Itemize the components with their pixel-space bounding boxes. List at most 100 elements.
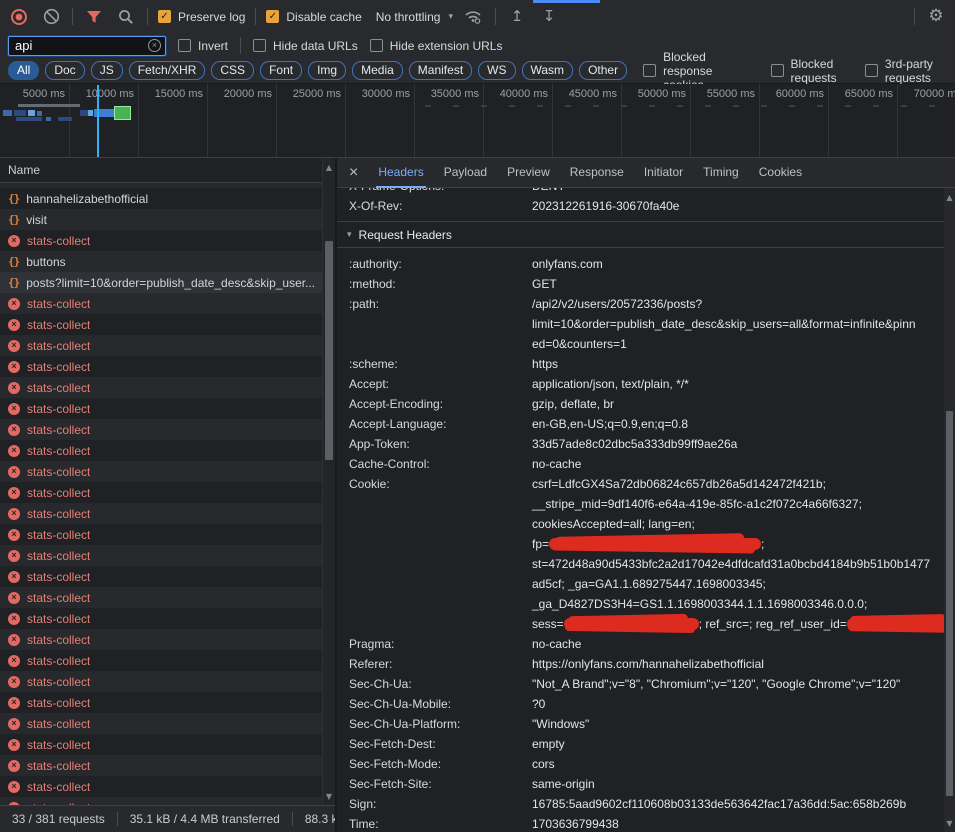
type-pill-font[interactable]: Font [260, 61, 302, 80]
request-row[interactable]: ×stats-collect [0, 797, 335, 805]
tab-response[interactable]: Response [560, 158, 634, 188]
preserve-log-checkbox[interactable]: ✓ Preserve log [158, 10, 245, 24]
request-row[interactable]: {}buttons [0, 251, 335, 272]
scrollbar-thumb[interactable] [325, 241, 333, 460]
error-icon: × [8, 403, 20, 415]
request-row[interactable]: ×stats-collect [0, 587, 335, 608]
toolbar-divider [72, 8, 73, 25]
record-button[interactable] [8, 6, 30, 28]
request-row[interactable]: ×stats-collect [0, 398, 335, 419]
close-icon[interactable]: × [337, 165, 368, 181]
request-name: stats-collect [27, 318, 90, 332]
filter-toggle-button[interactable] [83, 6, 105, 28]
tab-cookies[interactable]: Cookies [749, 158, 812, 188]
request-list-scrollbar[interactable]: ▲ ▼ [322, 158, 335, 805]
scroll-down-icon[interactable]: ▼ [944, 819, 955, 828]
error-icon: × [8, 550, 20, 562]
scroll-down-icon[interactable]: ▼ [323, 792, 335, 801]
throttling-dropdown[interactable]: No throttling ▾ [376, 10, 453, 24]
timeline-dash [929, 105, 935, 107]
tab-timing[interactable]: Timing [693, 158, 749, 188]
filter-input[interactable] [15, 38, 144, 53]
type-pill-img[interactable]: Img [308, 61, 346, 80]
filter-input-box: × [8, 36, 166, 56]
filter-checkbox-3rd-party-requests[interactable]: 3rd-party requests [865, 57, 947, 85]
name-column-header[interactable]: Name [0, 158, 335, 183]
type-pill-fetch-xhr[interactable]: Fetch/XHR [129, 61, 206, 80]
request-row[interactable]: × stats-collect [0, 314, 335, 335]
request-row[interactable]: ×stats-collect [0, 440, 335, 461]
scroll-up-icon[interactable]: ▲ [944, 193, 955, 202]
search-button[interactable] [115, 6, 137, 28]
request-row[interactable]: ×stats-collect [0, 713, 335, 734]
toolbar-divider [147, 8, 148, 25]
request-row[interactable]: {}posts?limit=10&order=publish_date_desc… [0, 272, 335, 293]
request-row[interactable]: ×stats-collect [0, 461, 335, 482]
request-row[interactable]: ×stats-collect [0, 629, 335, 650]
overview-bar [18, 104, 80, 107]
request-row[interactable]: ×stats-collect [0, 545, 335, 566]
type-pill-css[interactable]: CSS [211, 61, 254, 80]
type-pill-all[interactable]: All [8, 61, 39, 80]
request-row[interactable]: ×stats-collect [0, 335, 335, 356]
request-row[interactable]: ×stats-collect [0, 524, 335, 545]
request-row[interactable]: ×stats-collect [0, 230, 335, 251]
scroll-up-icon[interactable]: ▲ [323, 163, 335, 172]
type-pill-wasm[interactable]: Wasm [522, 61, 574, 80]
checkbox-unchecked-icon [643, 64, 656, 77]
scrollbar-thumb[interactable] [946, 411, 953, 796]
header-row: :path:/api2/v2/users/20572336/posts?limi… [349, 294, 955, 354]
request-row[interactable]: ×stats-collect [0, 566, 335, 587]
request-row[interactable]: ×stats-collect [0, 650, 335, 671]
request-row[interactable]: {}hannahelizabethofficial [0, 188, 335, 209]
type-pill-manifest[interactable]: Manifest [409, 61, 472, 80]
request-row[interactable]: ×stats-collect [0, 503, 335, 524]
header-value: cors [532, 754, 955, 774]
details-scrollbar[interactable]: ▲ ▼ [944, 188, 955, 832]
network-overview-timeline[interactable]: 5000 ms10000 ms15000 ms20000 ms25000 ms3… [0, 84, 955, 158]
tab-preview[interactable]: Preview [497, 158, 560, 188]
request-row[interactable]: ×stats-collect [0, 776, 335, 797]
header-value-line: cors [532, 754, 955, 774]
export-har-button[interactable]: ↥ [506, 6, 528, 28]
type-pill-other[interactable]: Other [579, 61, 627, 80]
request-row[interactable]: ×stats-collect [0, 356, 335, 377]
request-row[interactable]: ×stats-collect [0, 377, 335, 398]
clear-filter-icon[interactable]: × [148, 39, 161, 52]
overview-bar [3, 110, 12, 116]
tab-headers[interactable]: Headers [368, 158, 433, 188]
timeline-label: 5000 ms [0, 88, 65, 100]
filter-checkbox-blocked-requests[interactable]: Blocked requests [771, 57, 849, 85]
type-pill-js[interactable]: JS [91, 61, 123, 80]
hide-extension-urls-checkbox[interactable]: Hide extension URLs [370, 39, 503, 53]
header-row: Cookie:csrf=LdfcGX4Sa72db06824c657db26a5… [349, 474, 955, 634]
header-value-line: no-cache [532, 634, 955, 654]
disable-cache-checkbox[interactable]: ✓ Disable cache [266, 10, 361, 24]
type-pill-ws[interactable]: WS [478, 61, 515, 80]
request-headers-section[interactable]: ▾ Request Headers [337, 222, 955, 248]
clear-button[interactable] [40, 6, 62, 28]
request-row[interactable]: ×stats-collect [0, 293, 335, 314]
network-conditions-button[interactable] [463, 6, 485, 28]
header-value: application/json, text/plain, */* [532, 374, 955, 394]
tab-payload[interactable]: Payload [434, 158, 497, 188]
request-row[interactable]: ×stats-collect [0, 755, 335, 776]
request-row[interactable]: ×stats-collect [0, 419, 335, 440]
settings-button[interactable]: ⚙ [925, 6, 947, 28]
request-row[interactable]: ×stats-collect [0, 608, 335, 629]
resources-size: 88.3 kB [292, 812, 335, 826]
tab-initiator[interactable]: Initiator [634, 158, 693, 188]
error-icon: × [8, 319, 20, 331]
request-row[interactable]: ×stats-collect [0, 671, 335, 692]
request-row[interactable]: ×stats-collect [0, 692, 335, 713]
request-row[interactable]: ×stats-collect [0, 734, 335, 755]
type-pill-doc[interactable]: Doc [45, 61, 84, 80]
type-pill-media[interactable]: Media [352, 61, 403, 80]
clear-icon [43, 8, 60, 25]
error-icon: × [8, 571, 20, 583]
import-har-button[interactable]: ↧ [538, 6, 560, 28]
request-row[interactable]: {}visit [0, 209, 335, 230]
invert-checkbox[interactable]: Invert [178, 39, 228, 53]
hide-data-urls-checkbox[interactable]: Hide data URLs [253, 39, 358, 53]
request-row[interactable]: ×stats-collect [0, 482, 335, 503]
